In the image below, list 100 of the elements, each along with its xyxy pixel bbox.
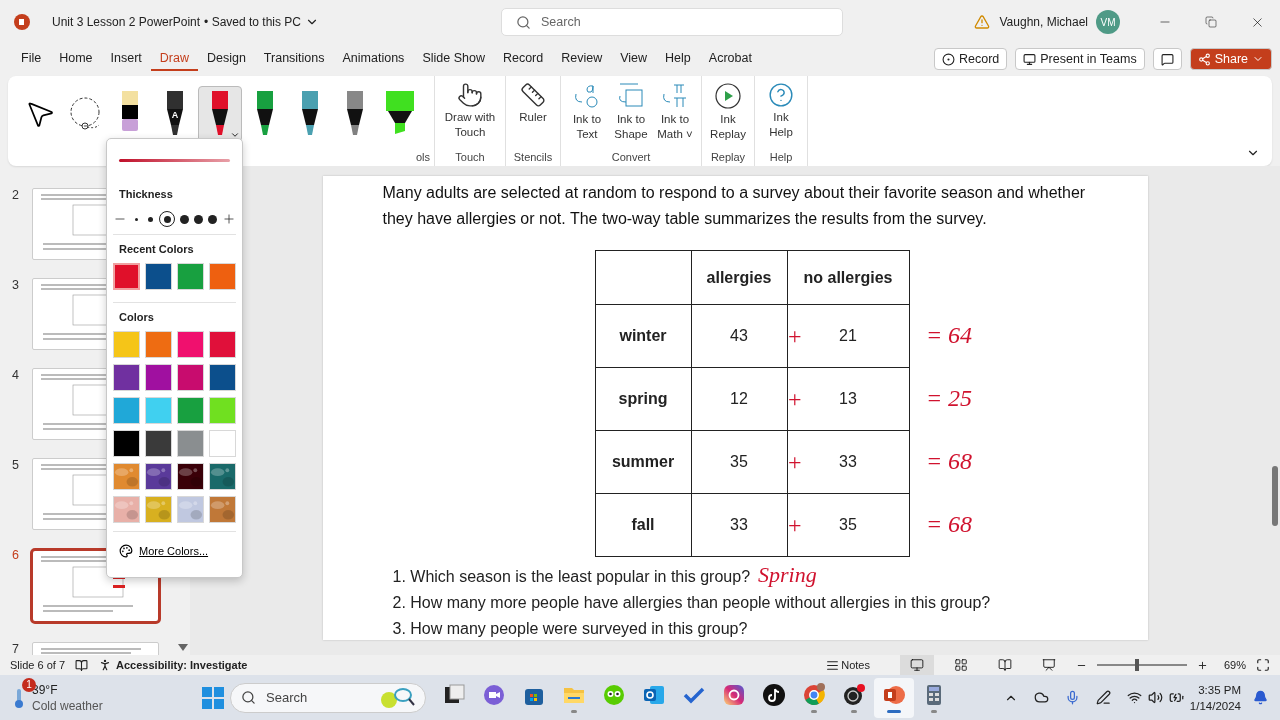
texture-swatch[interactable]: [209, 496, 236, 523]
ribbon-tab[interactable]: Draw: [150, 47, 198, 71]
zoom-thumb[interactable]: [1135, 659, 1140, 671]
ribbon-tab[interactable]: Animations: [333, 47, 414, 71]
color-swatch[interactable]: [145, 263, 172, 290]
music-note-icon: [762, 682, 786, 707]
ribbon-tab[interactable]: File: [12, 47, 51, 71]
slide-paragraph: Many adults are selected at random to respond to a survey about their favorite season and whether they have allergies or not. The two-way table summarizes the results from the survey.: [382, 183, 1087, 229]
notes-button[interactable]: Notes: [841, 659, 870, 671]
slide-number: 5: [12, 458, 20, 474]
teams-button[interactable]: Present in Teams: [1015, 48, 1145, 70]
ribbon-tab[interactable]: Insert: [101, 47, 151, 71]
notification-bell-icon[interactable]: [1253, 690, 1268, 705]
texture-swatch[interactable]: [177, 463, 204, 490]
texture-swatch[interactable]: [113, 463, 140, 490]
wifi-icon[interactable]: [1126, 690, 1142, 705]
fit-to-window-icon[interactable]: [1256, 658, 1270, 672]
pen-icon[interactable]: [1095, 690, 1111, 705]
start-icon[interactable]: [202, 686, 224, 709]
ribbon-tab[interactable]: View: [611, 47, 657, 71]
ink-shape-button[interactable]: Ink to Shape: [609, 80, 653, 144]
notes-icon[interactable]: [826, 658, 840, 672]
accessibility-status[interactable]: Accessibility: Investigate: [116, 659, 248, 671]
touch-button[interactable]: Draw with Touch: [439, 80, 501, 142]
texture-swatch[interactable]: [145, 463, 172, 490]
thickness-option[interactable]: [179, 214, 190, 224]
texture-swatch[interactable]: [113, 496, 140, 523]
share-button[interactable]: Share: [1189, 48, 1272, 70]
view-button[interactable]: [899, 655, 934, 675]
ribbon-tab[interactable]: Acrobat: [699, 47, 761, 71]
save-status[interactable]: • Saved to this PC: [204, 15, 301, 29]
grid-view-icon: [953, 658, 968, 672]
color-swatch[interactable]: [113, 331, 140, 358]
ribbon-tab[interactable]: Home: [50, 47, 102, 71]
replay-icon: [713, 82, 743, 110]
pen-button[interactable]: A: [153, 85, 197, 142]
color-swatch[interactable]: [145, 364, 172, 391]
microphone-icon[interactable]: [1064, 690, 1080, 705]
ink-text-button[interactable]: Ink to Text: [565, 80, 609, 144]
user-name[interactable]: Vaughn, Michael: [999, 15, 1088, 29]
color-swatch[interactable]: [177, 331, 204, 358]
slideshow-icon: [1041, 658, 1056, 672]
taskbar-search-field[interactable]: Search: [230, 682, 426, 713]
search-placeholder: Search: [541, 15, 581, 29]
clock-date[interactable]: 1/14/2024: [1189, 697, 1241, 714]
weather-temperature[interactable]: 39°F: [32, 681, 103, 698]
zoom-percent[interactable]: 69%: [1223, 659, 1246, 671]
thickness-option[interactable]: [207, 214, 218, 224]
ribbon-tab[interactable]: Record: [493, 47, 553, 71]
ribbon-tab[interactable]: Help: [656, 47, 700, 71]
ribbon-tab[interactable]: Transitions: [254, 47, 334, 71]
weather-condition[interactable]: Cold weather: [32, 697, 103, 714]
color-swatch[interactable]: [209, 364, 236, 391]
clock-time[interactable]: 3:35 PM: [1198, 681, 1241, 698]
search-field[interactable]: Search: [501, 8, 843, 36]
spelling-icon[interactable]: [75, 658, 89, 672]
scrollbar-thumb[interactable]: [1272, 466, 1278, 526]
thermometer-icon[interactable]: [12, 686, 26, 709]
group-label: Touch: [454, 151, 486, 165]
question-text: 1. Which season is the least popular in this group?: [392, 567, 751, 587]
zoom-in-icon[interactable]: [1196, 659, 1208, 671]
ribbon-tab[interactable]: Slide Show: [413, 47, 494, 71]
more-colors-link[interactable]: More Colors...: [111, 538, 238, 564]
ribbon-tab[interactable]: Design: [197, 47, 255, 71]
slide-number: 3: [12, 278, 20, 294]
color-swatch[interactable]: [145, 397, 172, 424]
color-swatch[interactable]: [177, 397, 204, 424]
group-label: ols: [415, 151, 430, 165]
color-swatch[interactable]: [209, 263, 236, 290]
ruler-button[interactable]: Ruler: [510, 80, 556, 127]
texture-swatch[interactable]: [209, 463, 236, 490]
battery-icon[interactable]: [1168, 690, 1184, 705]
color-swatch[interactable]: [113, 263, 140, 290]
color-swatch[interactable]: [177, 430, 204, 457]
color-swatch[interactable]: [113, 397, 140, 424]
scroll-down-icon[interactable]: [178, 644, 188, 651]
handwritten-plus: +: [787, 511, 802, 539]
color-swatch[interactable]: [209, 331, 236, 358]
color-swatch[interactable]: [177, 364, 204, 391]
volume-icon[interactable]: [1147, 690, 1163, 705]
highlighter-icon: [385, 90, 415, 137]
ink-math-button[interactable]: Ink to Math ˅: [653, 80, 697, 144]
color-swatch[interactable]: [177, 263, 204, 290]
thickness-option[interactable]: [193, 214, 204, 224]
help-button[interactable]: Ink Help: [759, 80, 803, 142]
record-button[interactable]: Record: [934, 48, 1008, 70]
app-logo-icon: [14, 14, 30, 30]
color-swatch[interactable]: [209, 397, 236, 424]
color-swatch[interactable]: [113, 430, 140, 457]
color-swatch[interactable]: [145, 430, 172, 457]
color-swatch[interactable]: [113, 364, 140, 391]
color-swatch[interactable]: [145, 331, 172, 358]
comments-button[interactable]: [1152, 48, 1182, 70]
replay-button[interactable]: Ink Replay: [706, 80, 750, 144]
document-title[interactable]: Unit 3 Lesson 2 PowerPoint: [52, 15, 201, 29]
color-swatch[interactable]: [209, 430, 236, 457]
texture-swatch[interactable]: [177, 496, 204, 523]
texture-swatch[interactable]: [145, 496, 172, 523]
cloud-icon[interactable]: [1033, 690, 1049, 705]
ribbon-tab[interactable]: Review: [552, 47, 612, 71]
